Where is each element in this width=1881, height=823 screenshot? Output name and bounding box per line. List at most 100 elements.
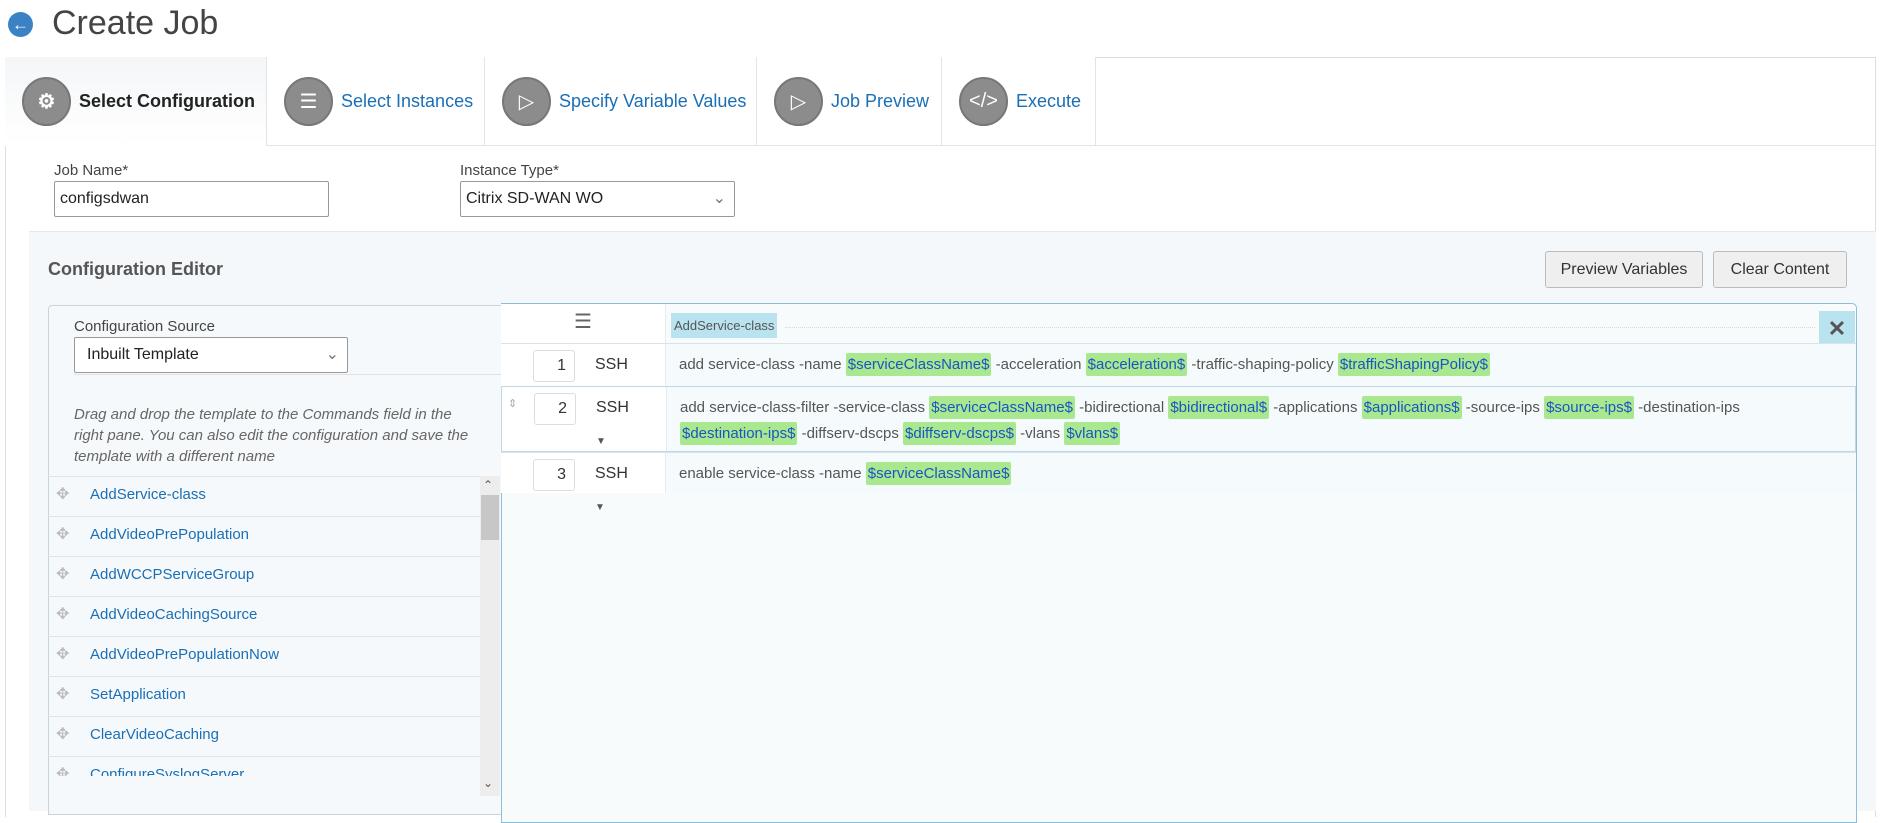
- command-order-input[interactable]: 3: [533, 459, 575, 491]
- command-text[interactable]: enable service-class -name $serviceClass…: [679, 461, 1829, 487]
- command-fragment: add service-class-filter -service-class: [680, 399, 930, 416]
- template-name: AddWCCPServiceGroup: [90, 566, 255, 583]
- variable-token[interactable]: $destination-ips$: [680, 422, 798, 445]
- protocol-select[interactable]: SSH ▼: [587, 350, 639, 404]
- variable-token[interactable]: $vlans$: [1064, 422, 1121, 445]
- protocol-value: SSH: [595, 356, 628, 373]
- job-name-label: Job Name*: [54, 162, 129, 179]
- preview-variables-button[interactable]: Preview Variables: [1545, 251, 1703, 288]
- template-list-item[interactable]: ✥ SetApplication: [48, 676, 480, 713]
- command-order-input[interactable]: 2: [534, 393, 576, 425]
- help-text: Drag and drop the template to the Comman…: [74, 406, 469, 465]
- command-fragment: -destination-ips: [1633, 399, 1740, 416]
- instance-type-value: Citrix SD-WAN WO: [466, 190, 604, 207]
- caret-down-icon: ▼: [595, 502, 605, 513]
- template-list-item[interactable]: ✥ AddVideoPrePopulation: [48, 516, 480, 553]
- variable-token[interactable]: $acceleration$: [1085, 353, 1188, 376]
- server-icon: ☰: [284, 76, 333, 126]
- variable-token[interactable]: $serviceClassName$: [929, 396, 1075, 419]
- command-order-input[interactable]: 1: [533, 350, 575, 382]
- chevron-down-icon: ⌄: [712, 190, 726, 207]
- configuration-source-select[interactable]: Inbuilt Template ⌄: [74, 337, 348, 373]
- template-name: ConfigureSyslogServer: [90, 766, 245, 776]
- tab-label: Select Instances: [341, 90, 474, 111]
- scroll-down-icon[interactable]: ⌄: [483, 776, 493, 790]
- command-text[interactable]: add service-class-filter -service-class …: [680, 395, 1830, 447]
- page-title: Create Job: [52, 4, 219, 42]
- reorder-handle-icon[interactable]: ⇕: [508, 397, 517, 410]
- command-fragment: -vlans: [1015, 425, 1065, 442]
- template-list-item[interactable]: ✥ AddService-class: [48, 476, 480, 513]
- tab-select-configuration[interactable]: ⚙ Select Configuration: [5, 57, 267, 146]
- command-row[interactable]: 1 SSH ▼ add service-class -name $serviceCl…: [501, 343, 1856, 404]
- protocol-select[interactable]: SSH ▼: [588, 393, 640, 447]
- job-name-input[interactable]: configsdwan: [54, 181, 329, 217]
- template-name: AddService-class: [90, 486, 206, 503]
- variable-token[interactable]: $applications$: [1361, 396, 1462, 419]
- command-fragment: add service-class -name: [679, 356, 846, 373]
- variable-token[interactable]: $serviceClassName$: [865, 462, 1012, 485]
- template-name: AddVideoCachingSource: [90, 606, 258, 623]
- command-fragment: -traffic-shaping-policy: [1187, 356, 1338, 373]
- drag-handle-icon[interactable]: ✥: [56, 597, 69, 633]
- tab-label: Specify Variable Values: [559, 90, 747, 111]
- variable-token[interactable]: $source-ips$: [1544, 396, 1634, 419]
- command-fragment: -bidirectional: [1074, 399, 1169, 416]
- instance-type-label: Instance Type*: [460, 162, 559, 179]
- chevron-right-box-icon: ▷: [502, 76, 551, 126]
- template-list-item[interactable]: ✥ ConfigureSyslogServer: [48, 756, 480, 776]
- configuration-source-value: Inbuilt Template: [87, 346, 199, 363]
- template-name: ClearVideoCaching: [90, 726, 219, 743]
- command-fragment: -acceleration: [991, 356, 1086, 373]
- hamburger-menu-icon[interactable]: ☰: [574, 309, 592, 334]
- template-list-item[interactable]: ✥ ClearVideoCaching: [48, 716, 480, 753]
- scrollbar-thumb[interactable]: [481, 495, 499, 540]
- tab-label: Select Configuration: [79, 91, 256, 111]
- drag-handle-icon[interactable]: ✥: [56, 717, 69, 753]
- chevron-right-box-icon: ▷: [774, 76, 823, 126]
- template-name: AddVideoPrePopulation: [90, 526, 250, 543]
- template-name: SetApplication: [90, 686, 186, 703]
- chevron-down-icon: ⌄: [325, 346, 339, 363]
- close-icon[interactable]: ✕: [1819, 311, 1855, 346]
- clear-content-button[interactable]: Clear Content: [1713, 251, 1847, 288]
- variable-token[interactable]: $serviceClassName$: [845, 353, 992, 376]
- drag-handle-icon[interactable]: ✥: [56, 637, 69, 673]
- variable-token[interactable]: $bidirectional$: [1168, 396, 1270, 419]
- tab-specify-variable-values[interactable]: ▷ Specify Variable Values: [485, 57, 757, 146]
- configuration-source-label: Configuration Source: [74, 318, 215, 335]
- tab-select-instances[interactable]: ☰ Select Instances: [267, 57, 485, 146]
- scroll-up-icon[interactable]: ⌃: [483, 478, 493, 492]
- back-button[interactable]: ←: [8, 12, 33, 37]
- template-group-tag[interactable]: AddService-class: [671, 313, 778, 338]
- tab-execute[interactable]: </> Execute: [942, 57, 1096, 146]
- command-text[interactable]: add service-class -name $serviceClassNam…: [679, 352, 1829, 378]
- template-list-item[interactable]: ✥ AddVideoPrePopulationNow: [48, 636, 480, 673]
- command-row[interactable]: ⇕ 2 SSH ▼ add service-class-filter -service…: [501, 386, 1856, 452]
- template-name: AddVideoPrePopulationNow: [90, 646, 280, 663]
- command-fragment: -applications: [1269, 399, 1362, 416]
- variable-token[interactable]: $diffserv-dscps$: [903, 422, 1016, 445]
- tab-label: Execute: [1016, 90, 1082, 111]
- tab-label: Job Preview: [831, 90, 930, 111]
- protocol-select[interactable]: SSH ▼: [587, 459, 639, 513]
- protocol-value: SSH: [595, 465, 628, 482]
- drag-handle-icon[interactable]: ✥: [56, 477, 69, 513]
- command-fragment: -diffserv-dscps: [797, 425, 904, 442]
- drag-handle-icon[interactable]: ✥: [56, 677, 69, 713]
- command-row[interactable]: 3 SSH ▼ enable service-class -name $servic…: [501, 452, 1856, 513]
- instance-type-select[interactable]: Citrix SD-WAN WO ⌄: [460, 181, 735, 217]
- drag-handle-icon[interactable]: ✥: [56, 557, 69, 593]
- drag-handle-icon[interactable]: ✥: [56, 757, 69, 776]
- template-list-item[interactable]: ✥ AddWCCPServiceGroup: [48, 556, 480, 593]
- drag-handle-icon[interactable]: ✥: [56, 517, 69, 553]
- caret-down-icon: ▼: [596, 436, 606, 447]
- tab-job-preview[interactable]: ▷ Job Preview: [757, 57, 942, 146]
- code-icon: </>: [959, 76, 1008, 126]
- gear-icon: ⚙: [22, 77, 71, 126]
- command-fragment: enable service-class -name: [679, 465, 866, 482]
- command-fragment: -source-ips: [1461, 399, 1545, 416]
- variable-token[interactable]: $trafficShapingPolicy$: [1337, 353, 1491, 376]
- configuration-editor-title: Configuration Editor: [48, 259, 223, 279]
- template-list-item[interactable]: ✥ AddVideoCachingSource: [48, 596, 480, 633]
